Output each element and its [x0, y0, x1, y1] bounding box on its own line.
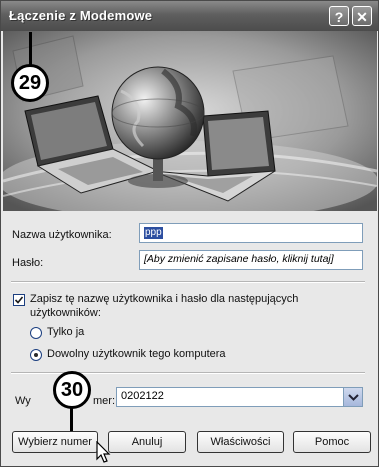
network-illustration [3, 31, 377, 211]
callout-line-top [29, 32, 32, 66]
checkmark-icon [14, 296, 24, 304]
password-label: Hasło: [12, 257, 44, 269]
dial-button[interactable]: Wybierz numer [12, 431, 98, 453]
password-field[interactable]: [Aby zmienić zapisane hasło, kliknij tut… [139, 250, 363, 270]
save-credentials-line2: użytkowników: [30, 307, 101, 319]
separator [11, 281, 365, 283]
dial-label-end: mer: [93, 395, 115, 407]
help-title-button[interactable]: ? [329, 6, 349, 26]
callout-29: 29 [11, 64, 49, 102]
callout-line-bottom [70, 407, 73, 431]
close-button[interactable]: ✕ [352, 6, 372, 26]
callout-30: 30 [53, 371, 91, 409]
cancel-button[interactable]: Anuluj [108, 431, 186, 453]
mouse-cursor-icon [96, 441, 111, 463]
save-credentials-line1: Zapisz tę nazwę użytkownika i hasło dla … [30, 293, 299, 305]
title-bar[interactable]: Łączenie z Modemowe ? ✕ [1, 1, 378, 31]
save-credentials-checkbox[interactable] [13, 294, 25, 306]
dial-label-start: Wy [15, 395, 31, 407]
radio-selected-dot [34, 353, 38, 357]
window-title: Łączenie z Modemowe [9, 8, 153, 23]
chevron-down-icon [348, 394, 359, 401]
radio-only-me[interactable] [30, 327, 42, 339]
radio-only-me-label: Tylko ja [47, 326, 85, 338]
username-label: Nazwa użytkownika: [12, 229, 112, 241]
radio-anyone[interactable] [30, 349, 42, 361]
connection-banner-image [3, 31, 377, 211]
dial-number-value: 0202122 [121, 390, 164, 402]
radio-anyone-label: Dowolny użytkownik tego komputera [47, 348, 226, 360]
properties-button[interactable]: Właściwości [197, 431, 284, 453]
save-credentials-label: Zapisz tę nazwę użytkownika i hasło dla … [30, 292, 298, 320]
username-field[interactable]: ppp [139, 223, 363, 243]
username-value: ppp [144, 227, 163, 239]
dropdown-button[interactable] [343, 388, 362, 406]
help-button[interactable]: Pomoc [293, 431, 371, 453]
dial-number-combobox[interactable]: 0202122 [116, 387, 363, 407]
